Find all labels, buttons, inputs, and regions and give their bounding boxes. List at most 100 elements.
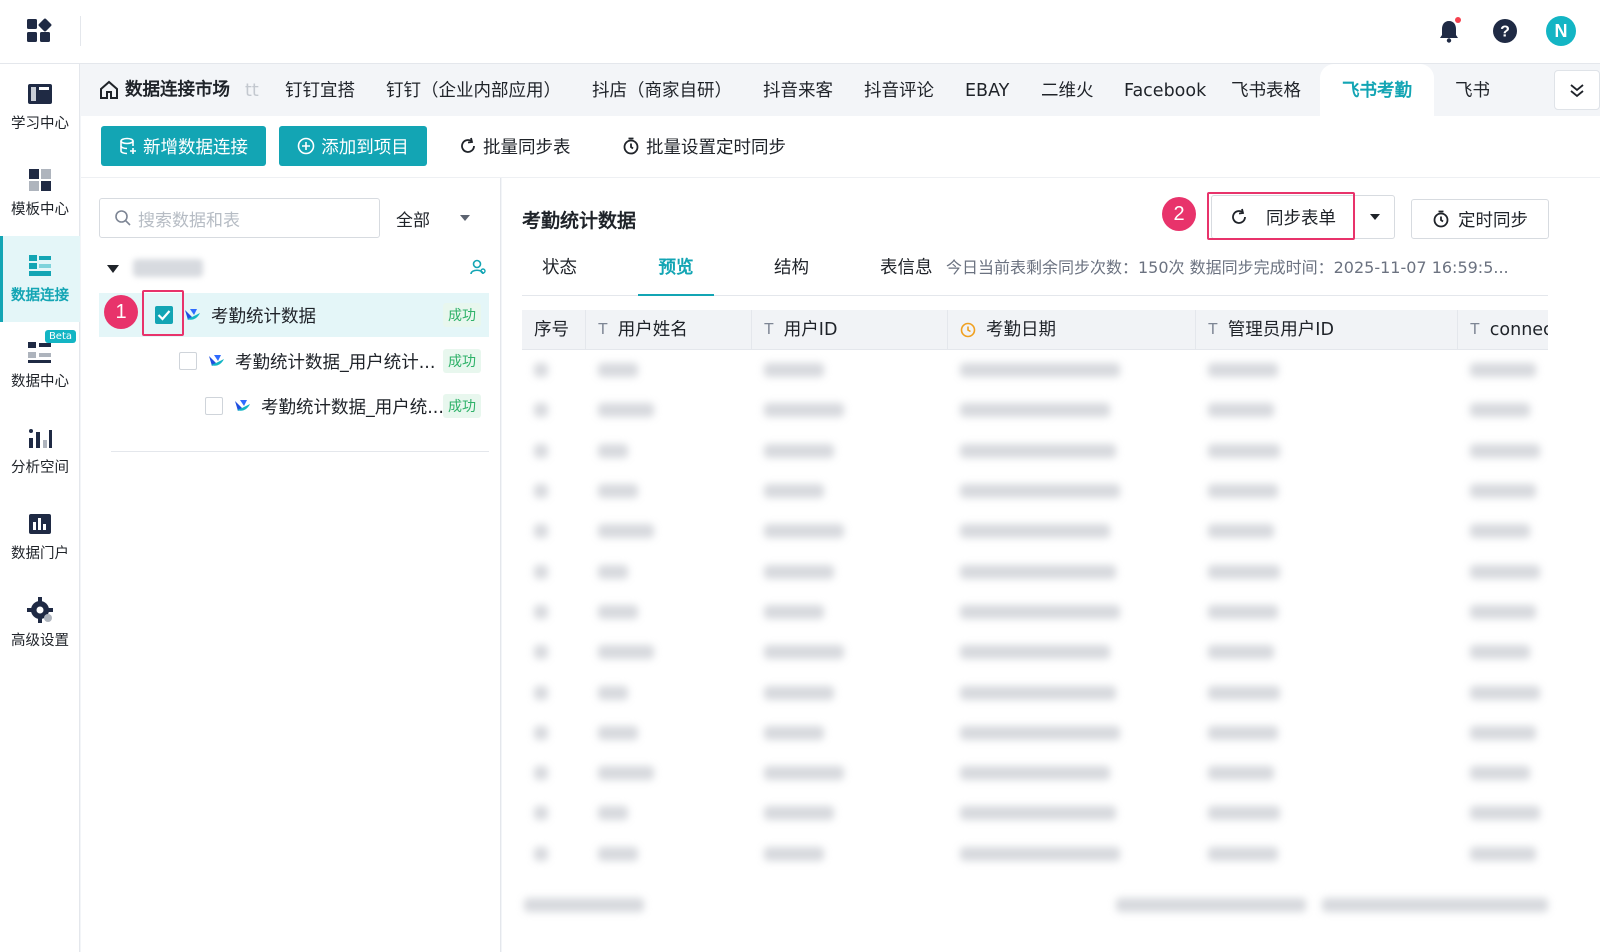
table-info-label[interactable]: 表信息 bbox=[880, 250, 933, 286]
sidebar-item-portal[interactable]: 数据门户 bbox=[0, 494, 80, 580]
sidebar-item-templates[interactable]: 模板中心 bbox=[0, 150, 80, 236]
table-row[interactable] bbox=[522, 471, 1548, 511]
blurred-value bbox=[598, 846, 638, 861]
sidebar-item-settings[interactable]: 高级设置 bbox=[0, 580, 80, 666]
notification-bell-icon[interactable] bbox=[1434, 16, 1464, 46]
feishu-logo-icon bbox=[185, 309, 200, 320]
column-label: 用户姓名 bbox=[617, 320, 688, 340]
table-row[interactable] bbox=[522, 431, 1548, 471]
blurred-value bbox=[960, 564, 1116, 579]
sync-options-dropdown[interactable] bbox=[1355, 195, 1395, 239]
collapse-triangle-icon[interactable] bbox=[107, 265, 119, 273]
tab-structure[interactable]: 结构 bbox=[774, 250, 809, 296]
sync-table-button[interactable]: 同步表单 bbox=[1211, 195, 1355, 239]
blurred-value bbox=[960, 484, 1120, 499]
column-header[interactable]: Tconnec bbox=[1458, 310, 1548, 350]
tab-feishu-sheets[interactable]: 飞书表格 bbox=[1231, 64, 1301, 116]
table-cell bbox=[1458, 834, 1548, 874]
tab-dingtalk-yida[interactable]: 钉钉宜搭 bbox=[285, 64, 355, 116]
tree-item-attendance-user-stats-1[interactable]: 考勤统计数据_用户统计... 成功 bbox=[99, 339, 489, 383]
table-row[interactable] bbox=[522, 592, 1548, 632]
blurred-value bbox=[764, 645, 844, 660]
blurred-value bbox=[764, 564, 834, 579]
batch-timer-button[interactable]: 批量设置定时同步 bbox=[622, 126, 786, 166]
caret-down-icon bbox=[1369, 214, 1380, 220]
app-grid-icon[interactable] bbox=[26, 18, 52, 44]
help-icon[interactable]: ? bbox=[1490, 16, 1520, 46]
tab-ebay[interactable]: EBAY bbox=[965, 64, 1009, 116]
status-badge: 成功 bbox=[443, 394, 481, 418]
table-row[interactable] bbox=[522, 672, 1548, 712]
tab-douyin-laike[interactable]: 抖音来客 bbox=[763, 64, 833, 116]
table-cell bbox=[522, 350, 586, 390]
new-connection-button[interactable]: 新增数据连接 bbox=[101, 126, 266, 166]
blurred-value bbox=[1470, 443, 1540, 458]
tab-feishu[interactable]: 飞书 bbox=[1455, 64, 1490, 116]
checkbox-checked[interactable] bbox=[155, 306, 173, 324]
blurred-value bbox=[534, 403, 548, 418]
table-row[interactable] bbox=[522, 350, 1548, 390]
table-cell bbox=[586, 471, 752, 511]
blurred-value bbox=[1208, 524, 1274, 539]
column-header[interactable]: T 用户姓名 bbox=[586, 310, 752, 350]
table-cell bbox=[522, 552, 586, 592]
table-row[interactable] bbox=[522, 511, 1548, 551]
column-header[interactable]: 考勤日期 bbox=[948, 310, 1196, 350]
table-cell bbox=[948, 350, 1196, 390]
column-header[interactable]: T 管理员用户ID bbox=[1196, 310, 1458, 350]
user-avatar[interactable]: N bbox=[1546, 16, 1576, 46]
filter-select[interactable]: 全部 bbox=[396, 198, 486, 238]
tab-dingtalk-internal[interactable]: 钉钉（企业内部应用） bbox=[386, 64, 561, 116]
scheduled-sync-button[interactable]: 定时同步 bbox=[1411, 199, 1549, 239]
table-cell bbox=[752, 632, 948, 672]
tree-item-attendance-user-stats-2[interactable]: 考勤统计数据_用户统... 成功 bbox=[99, 384, 489, 428]
table-row[interactable] bbox=[522, 551, 1548, 591]
plus-circle-icon bbox=[297, 137, 315, 155]
blurred-value bbox=[1470, 766, 1530, 781]
blurred-value bbox=[764, 846, 824, 861]
tab-preview[interactable]: 预览 bbox=[638, 250, 714, 296]
tab-doudian[interactable]: 抖店（商家自研） bbox=[592, 64, 732, 116]
blurred-value bbox=[764, 766, 844, 781]
tab-feishu-attendance[interactable]: 飞书考勤 bbox=[1320, 64, 1434, 116]
checkbox[interactable] bbox=[179, 352, 197, 370]
column-header[interactable]: T 用户ID bbox=[752, 310, 948, 350]
blurred-value bbox=[1208, 685, 1280, 700]
table-cell bbox=[586, 713, 752, 753]
table-cell bbox=[1196, 793, 1458, 833]
tab-douyin-comments[interactable]: 抖音评论 bbox=[864, 64, 934, 116]
checkbox[interactable] bbox=[205, 397, 223, 415]
table-row[interactable] bbox=[522, 390, 1548, 430]
blurred-value bbox=[764, 443, 834, 458]
refresh-icon bbox=[461, 137, 475, 153]
table-row[interactable] bbox=[522, 713, 1548, 753]
table-cell bbox=[522, 834, 586, 874]
tab-erweihuo[interactable]: 二维火 bbox=[1041, 64, 1094, 116]
tab-facebook[interactable]: Facebook bbox=[1124, 64, 1206, 116]
table-row[interactable] bbox=[522, 834, 1548, 874]
tab-market[interactable]: 数据连接市场 bbox=[99, 64, 230, 116]
tree-item-label: 考勤统计数据_用户统... bbox=[261, 397, 443, 418]
text-type-icon: T bbox=[1208, 321, 1218, 338]
button-label: 批量设置定时同步 bbox=[646, 137, 786, 158]
search-icon bbox=[115, 210, 131, 226]
sidebar-item-data-connection[interactable]: 数据连接 bbox=[0, 236, 80, 322]
table-row[interactable] bbox=[522, 753, 1548, 793]
tab-status[interactable]: 状态 bbox=[542, 250, 577, 296]
search-input[interactable]: 搜索数据和表 bbox=[99, 198, 380, 238]
table-row[interactable] bbox=[522, 632, 1548, 672]
sidebar-item-learning[interactable]: 学习中心 bbox=[0, 64, 80, 150]
sidebar-item-data-center[interactable]: Beta 数据中心 bbox=[0, 322, 80, 408]
filter-value: 全部 bbox=[396, 210, 430, 231]
tree-item-attendance[interactable]: 考勤统计数据 成功 bbox=[99, 293, 489, 337]
sidebar-item-analysis[interactable]: 分析空间 bbox=[0, 408, 80, 494]
group-row[interactable] bbox=[107, 256, 487, 282]
user-settings-icon[interactable] bbox=[469, 258, 487, 276]
tab-partial[interactable]: tt bbox=[245, 64, 259, 116]
step-marker-1: 1 bbox=[104, 295, 138, 329]
tabs-more-button[interactable] bbox=[1554, 70, 1600, 110]
table-row[interactable] bbox=[522, 793, 1548, 833]
batch-sync-button[interactable]: 批量同步表 bbox=[459, 126, 571, 166]
column-header[interactable]: 序号 bbox=[522, 310, 586, 350]
add-to-project-button[interactable]: 添加到项目 bbox=[279, 126, 427, 166]
